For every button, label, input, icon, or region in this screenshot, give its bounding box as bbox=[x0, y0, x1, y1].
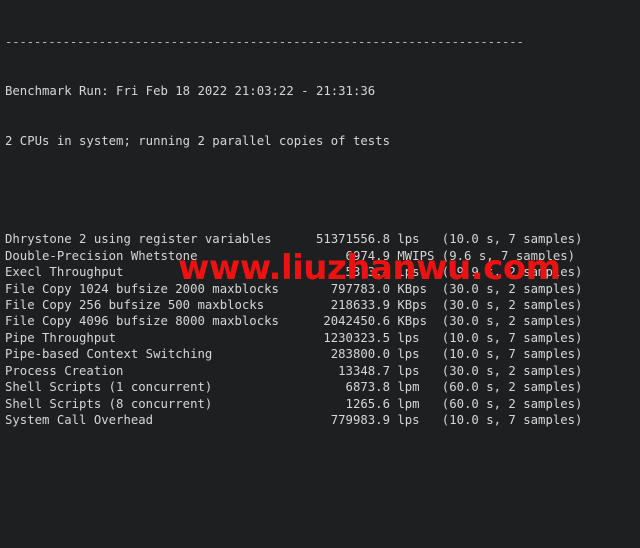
top-rule: ----------------------------------------… bbox=[5, 34, 524, 49]
raw-results-block: Dhrystone 2 using register variables 513… bbox=[5, 231, 640, 428]
raw-result-row: File Copy 4096 bufsize 8000 maxblocks 20… bbox=[5, 314, 583, 329]
raw-result-row: Execl Throughput 5313.8 lps (29.9 s, 2 s… bbox=[5, 265, 583, 280]
raw-result-row: Pipe Throughput 1230323.5 lps (10.0 s, 7… bbox=[5, 330, 583, 345]
blank-line-3 bbox=[5, 511, 640, 527]
raw-result-row: Double-Precision Whetstone 6974.9 MWIPS … bbox=[5, 248, 576, 263]
raw-result-row: Shell Scripts (1 concurrent) 6873.8 lpm … bbox=[5, 380, 583, 395]
blank-line-1 bbox=[5, 182, 640, 198]
raw-result-row: Process Creation 13348.7 lps (30.0 s, 2 … bbox=[5, 363, 583, 378]
raw-result-row: System Call Overhead 779983.9 lps (10.0 … bbox=[5, 413, 583, 428]
cpu-info-line: 2 CPUs in system; running 2 parallel cop… bbox=[5, 133, 390, 148]
raw-result-row: File Copy 1024 bufsize 2000 maxblocks 79… bbox=[5, 281, 583, 296]
raw-result-row: Shell Scripts (8 concurrent) 1265.6 lpm … bbox=[5, 396, 583, 411]
blank-line-2 bbox=[5, 461, 640, 477]
raw-result-row: File Copy 256 bufsize 500 maxblocks 2186… bbox=[5, 298, 583, 313]
raw-result-row: Pipe-based Context Switching 283800.0 lp… bbox=[5, 347, 583, 362]
benchmark-run-line: Benchmark Run: Fri Feb 18 2022 21:03:22 … bbox=[5, 84, 376, 99]
terminal-window: ----------------------------------------… bbox=[0, 0, 640, 548]
raw-result-row: Dhrystone 2 using register variables 513… bbox=[5, 232, 583, 247]
terminal-screen: ----------------------------------------… bbox=[0, 0, 640, 548]
